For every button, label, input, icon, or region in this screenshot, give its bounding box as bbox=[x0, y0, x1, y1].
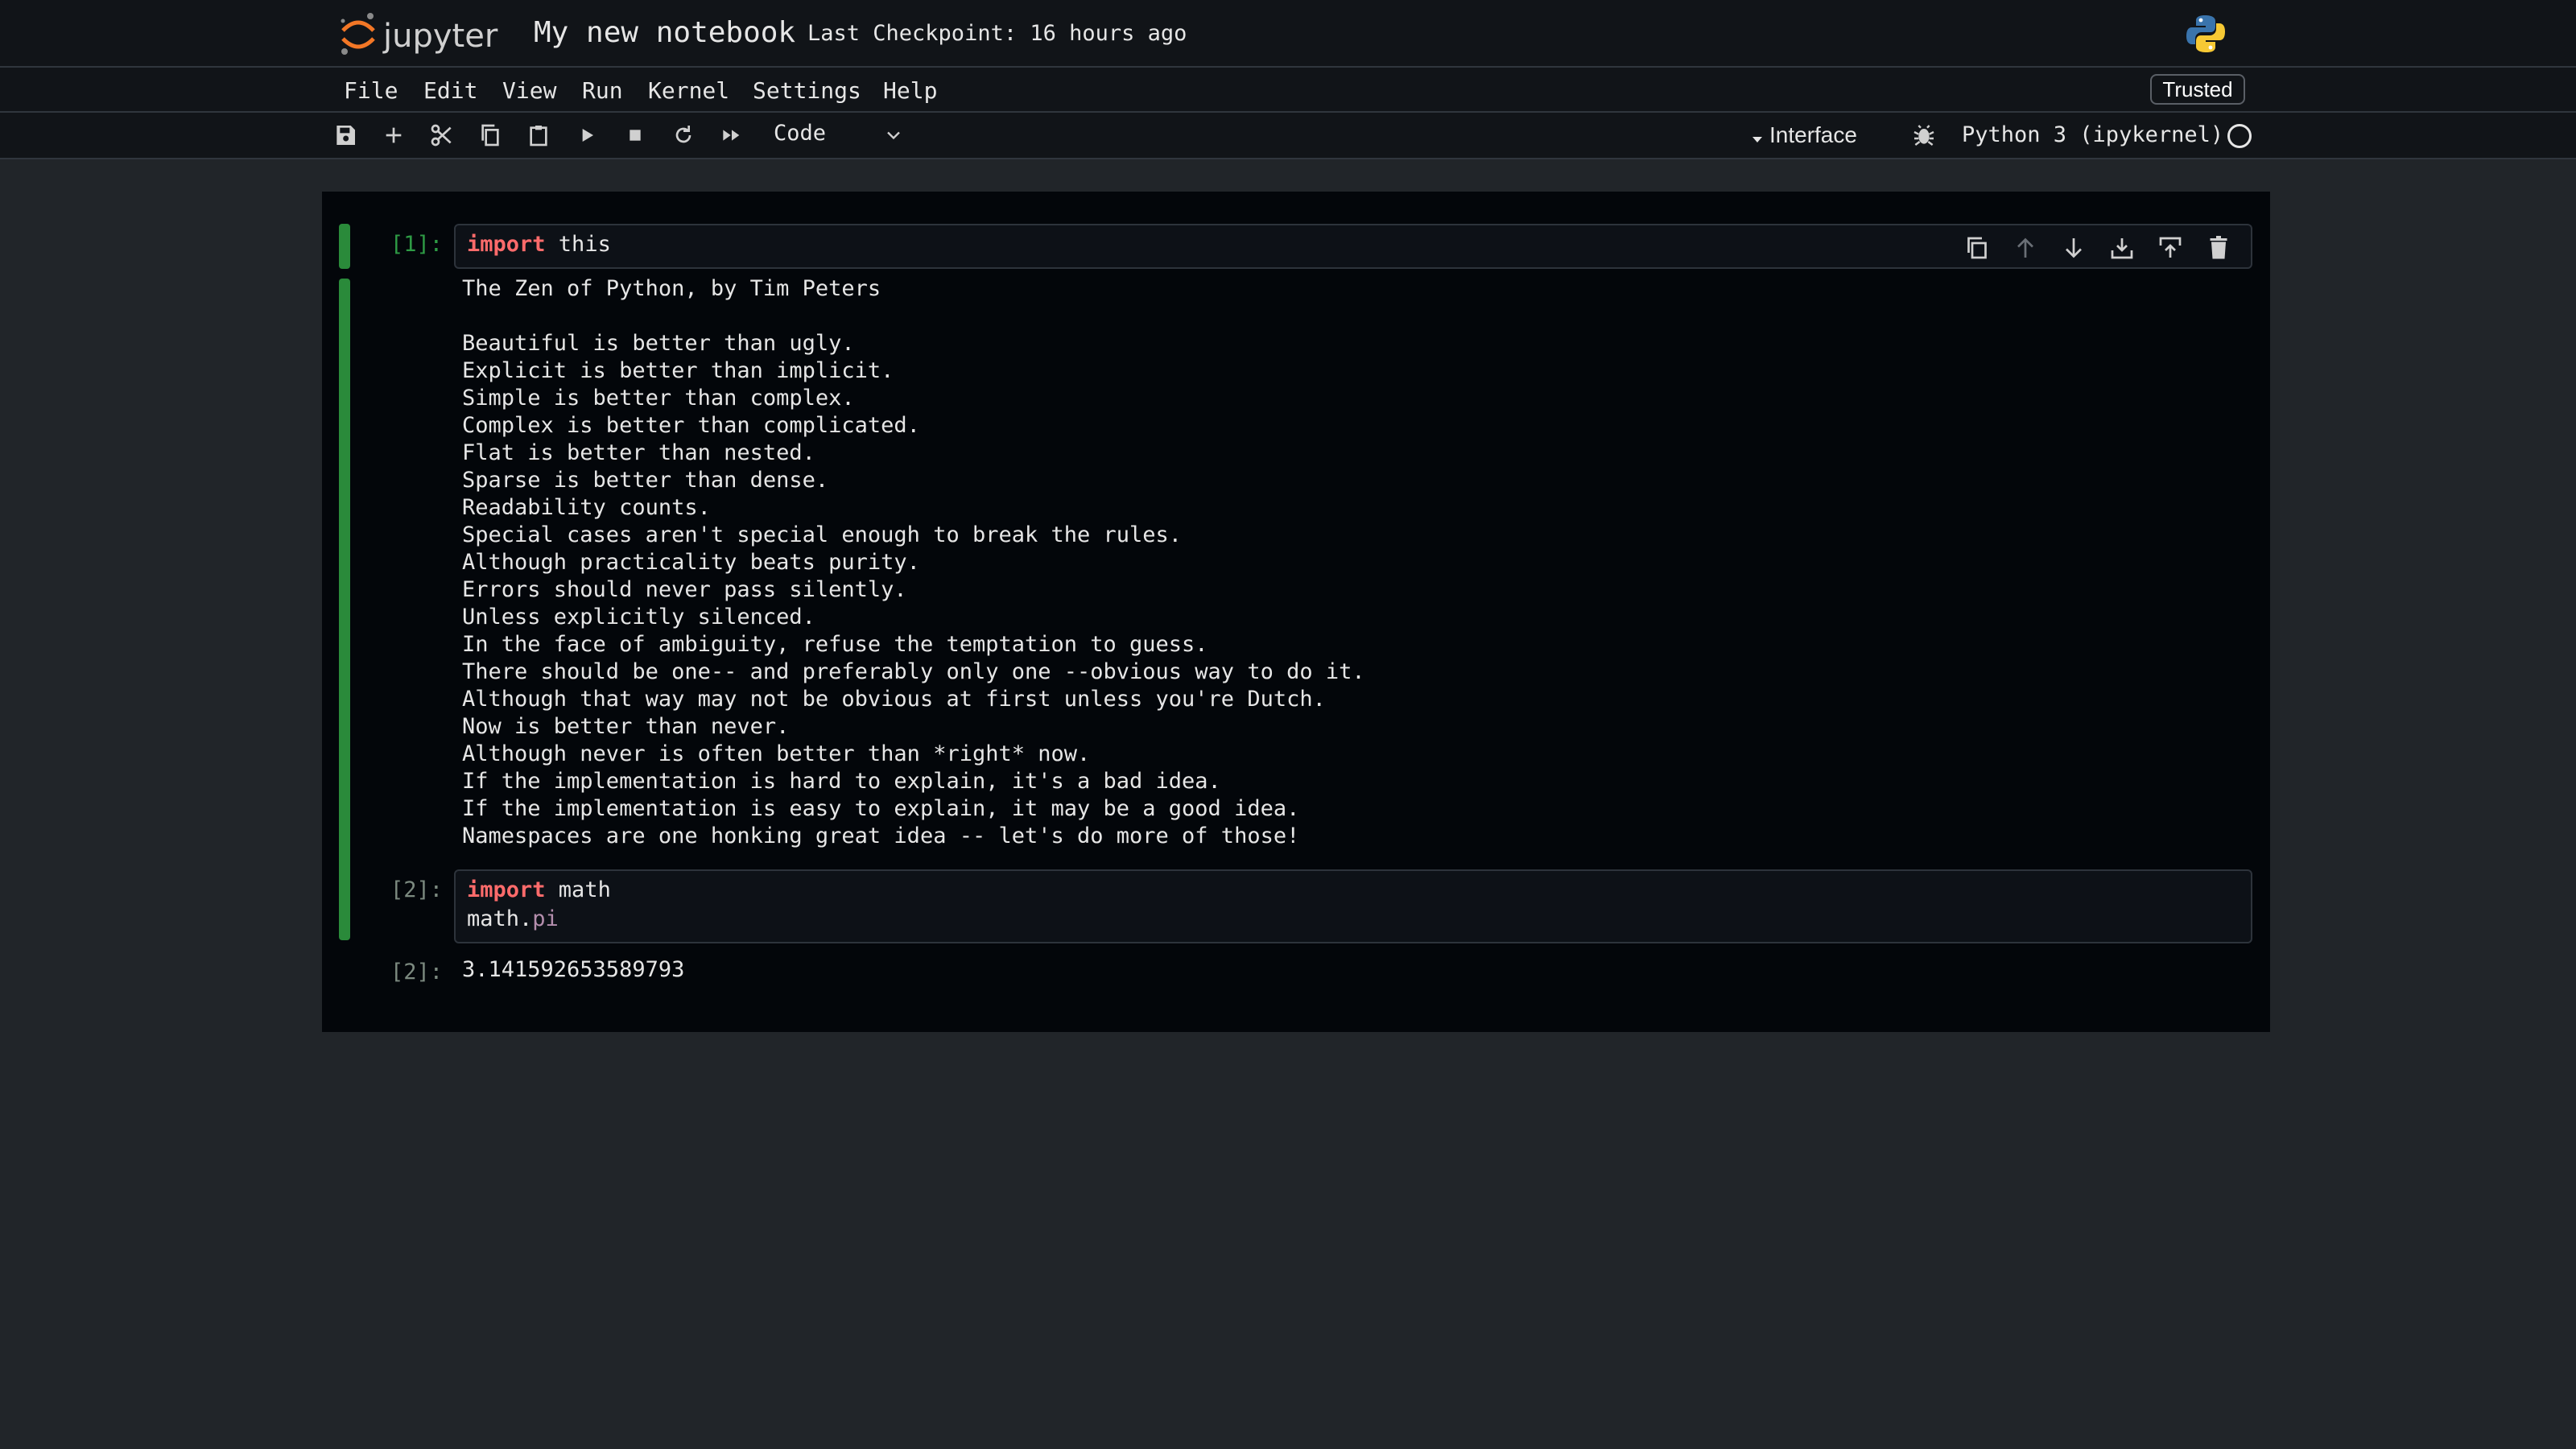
add-cell-icon[interactable] bbox=[381, 122, 407, 148]
menu-run[interactable]: Run bbox=[582, 77, 623, 104]
cell-type-select[interactable]: Code bbox=[774, 121, 826, 146]
code-editor[interactable]: import this bbox=[454, 224, 2252, 269]
logo-text: jupyter bbox=[383, 18, 498, 55]
output-prompt: [2]: bbox=[390, 960, 443, 985]
code-line: import this bbox=[467, 232, 611, 257]
move-up-icon[interactable] bbox=[2011, 233, 2040, 262]
paste-icon[interactable] bbox=[526, 122, 551, 148]
save-icon[interactable] bbox=[332, 122, 358, 148]
trusted-badge[interactable]: Trusted bbox=[2150, 74, 2245, 105]
input-prompt: [2]: bbox=[390, 877, 443, 902]
output-collapser[interactable] bbox=[339, 279, 350, 940]
menu-help[interactable]: Help bbox=[883, 77, 937, 104]
jupyter-logo-icon bbox=[341, 13, 375, 55]
python-logo-icon bbox=[2185, 13, 2227, 55]
top-bar: jupyter My new notebook Last Checkpoint:… bbox=[0, 0, 2576, 68]
chevron-down-icon[interactable] bbox=[882, 124, 905, 147]
copy-icon[interactable] bbox=[477, 122, 503, 148]
restart-icon[interactable] bbox=[671, 122, 696, 148]
insert-above-icon[interactable] bbox=[2156, 233, 2185, 262]
kernel-name[interactable]: Python 3 (ipykernel) bbox=[1962, 122, 2223, 147]
code-line: math.pi bbox=[467, 906, 559, 931]
input-prompt: [1]: bbox=[390, 232, 443, 257]
menu-bar: File Edit View Run Kernel Settings Help … bbox=[0, 68, 2576, 113]
stop-icon[interactable] bbox=[622, 122, 648, 148]
duplicate-icon[interactable] bbox=[1963, 233, 1992, 262]
cut-icon[interactable] bbox=[429, 122, 455, 148]
move-down-icon[interactable] bbox=[2059, 233, 2088, 262]
notebook-title[interactable]: My new notebook bbox=[534, 16, 795, 49]
insert-below-icon[interactable] bbox=[2107, 233, 2136, 262]
notebook-toolbar: Code Interface Python 3 (ipykernel) bbox=[0, 113, 2576, 159]
menu-settings[interactable]: Settings bbox=[753, 77, 861, 104]
notebook-panel: [1]: import this The Zen of Python, by T bbox=[322, 192, 2270, 1032]
input-collapser[interactable] bbox=[339, 224, 350, 269]
delete-icon[interactable] bbox=[2204, 233, 2233, 262]
cell-output-text: 3.141592653589793 bbox=[462, 957, 685, 982]
cell-output-text: The Zen of Python, by Tim Peters Beautif… bbox=[462, 276, 1365, 848]
menu-edit[interactable]: Edit bbox=[423, 77, 477, 104]
menu-file[interactable]: File bbox=[344, 77, 398, 104]
debugger-bug-icon[interactable] bbox=[1911, 122, 1937, 148]
menu-kernel[interactable]: Kernel bbox=[648, 77, 729, 104]
checkpoint-status: Last Checkpoint: 16 hours ago bbox=[807, 21, 1187, 46]
kernel-status-indicator bbox=[2227, 124, 2252, 148]
menu-view[interactable]: View bbox=[502, 77, 556, 104]
caret-down-icon[interactable] bbox=[1752, 132, 1763, 147]
code-line: import math bbox=[467, 877, 611, 902]
interface-switcher[interactable]: Interface bbox=[1769, 122, 1857, 148]
jupyter-logo[interactable]: jupyter bbox=[338, 10, 515, 58]
run-all-icon[interactable] bbox=[719, 122, 745, 148]
run-icon[interactable] bbox=[574, 122, 600, 148]
code-editor[interactable]: import math math.pi bbox=[454, 869, 2252, 943]
